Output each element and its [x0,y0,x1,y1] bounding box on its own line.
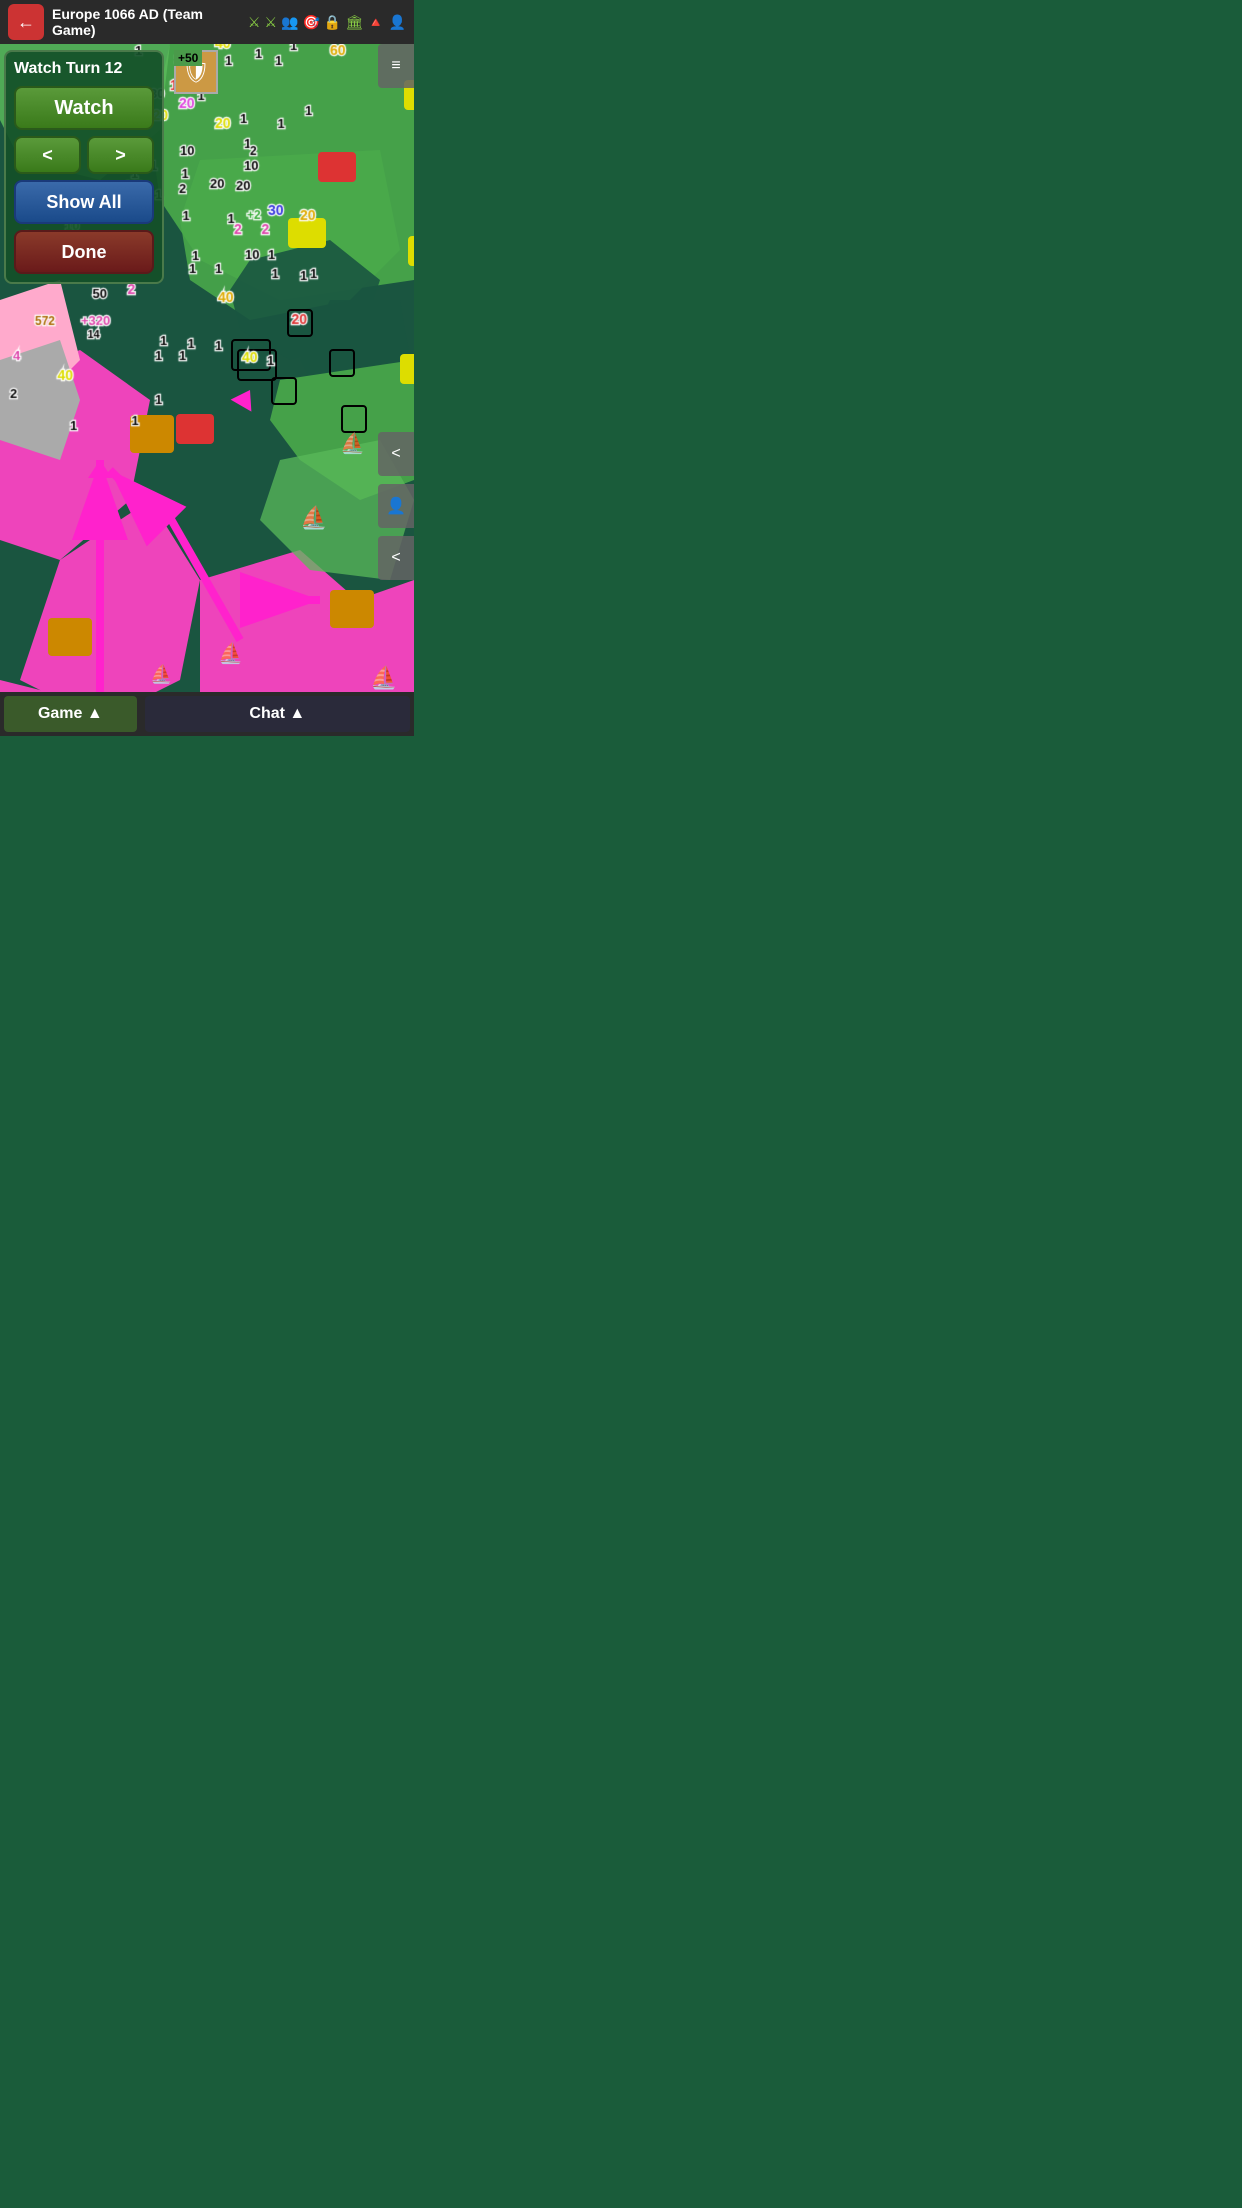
swords-icon[interactable]: ⚔ [248,14,261,31]
svg-text:⛵: ⛵ [150,663,172,684]
game-title: Europe 1066 AD (Team Game) [52,6,248,38]
done-button[interactable]: Done [14,230,154,274]
chevron-left-icon2: < [391,549,400,567]
watch-button[interactable]: Watch [14,86,154,130]
list-icon: ≡ [391,57,400,75]
units-icon[interactable]: ⚔ [264,14,277,31]
back-button[interactable]: ← [8,4,44,40]
show-all-button[interactable]: Show All [14,180,154,224]
profile-icon[interactable]: 👤 [389,14,406,31]
chat-button[interactable]: Chat ▲ [145,696,410,732]
control-panel: Watch Turn 12 Watch < > Show All Done [4,50,164,284]
collapse-button2[interactable]: < [378,536,414,580]
svg-text:⛵: ⛵ [340,431,365,455]
svg-text:⛵: ⛵ [218,641,243,665]
header: ← Europe 1066 AD (Team Game) ⚔ ⚔ 👥 🎯 🔒 🏛… [0,0,414,44]
triangle-icon[interactable]: 🔺 [367,14,384,31]
turn-thumb-label: +50 [174,50,202,66]
nav-buttons: < > [14,136,154,174]
players-icon[interactable]: 👥 [281,14,298,31]
castle-icon[interactable]: 🏛 [345,14,363,31]
user-icon: 👤 [386,496,406,516]
next-turn-button[interactable]: > [87,136,154,174]
chevron-left-icon: < [391,445,400,463]
prev-turn-button[interactable]: < [14,136,81,174]
target-icon[interactable]: 🎯 [302,14,319,31]
turn-label: Watch Turn 12 [14,60,154,78]
svg-text:⛵: ⛵ [300,505,327,530]
collapse-button[interactable]: < [378,432,414,476]
profile-button2[interactable]: 👤 [378,484,414,528]
right-panel: ≡ < 👤 < [378,44,414,580]
svg-text:⛵: ⛵ [370,665,397,690]
game-button[interactable]: Game ▲ [4,696,137,732]
header-icons: ⚔ ⚔ 👥 🎯 🔒 🏛 🔺 👤 [248,14,406,31]
bottom-bar: Game ▲ Chat ▲ [0,692,414,736]
list-toggle-button[interactable]: ≡ [378,44,414,88]
lock-icon[interactable]: 🔒 [324,14,341,31]
